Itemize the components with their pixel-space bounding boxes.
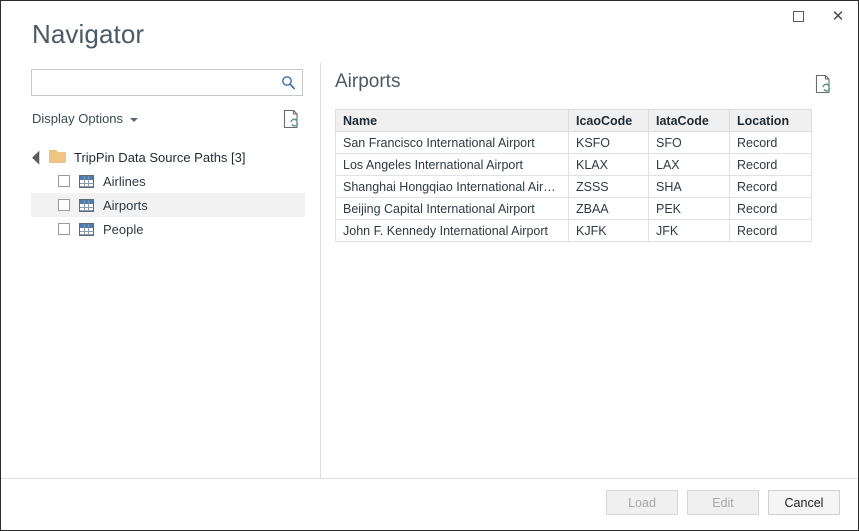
chevron-down-icon [130,117,139,122]
search-box[interactable] [31,69,303,96]
checkbox-airports[interactable] [58,199,70,211]
footer-buttons: Load Edit Cancel [606,490,840,515]
search-button[interactable] [277,72,299,93]
edit-button[interactable]: Edit [687,490,759,515]
table-row[interactable]: Shanghai Hongqiao International Airport … [335,175,812,198]
cell-iatacode: SFO [648,131,730,154]
panel-divider [320,63,321,480]
column-header-location[interactable]: Location [729,109,812,132]
page-title: Navigator [32,19,145,49]
checkbox-people[interactable] [58,223,70,235]
table-icon [79,174,94,188]
close-icon: ✕ [831,6,845,25]
table-header-row: Name IcaoCode IataCode Location [335,109,812,132]
column-header-icaocode[interactable]: IcaoCode [568,109,649,132]
tree-row-people[interactable]: People [31,217,305,241]
folder-icon [49,150,67,164]
window-controls: ✕ [778,1,858,31]
display-options-label: Display Options [32,111,124,126]
cell-iatacode: JFK [648,219,730,242]
display-options-dropdown[interactable]: Display Options [32,111,139,126]
tree-item-label-airports: Airports [103,197,148,213]
cell-name: Los Angeles International Airport [335,153,569,176]
tree-item-label-people: People [103,221,144,237]
cell-name: San Francisco International Airport [335,131,569,154]
cell-icaocode: ZSSS [568,175,649,198]
table-icon [79,198,94,212]
cell-location: Record [729,131,812,154]
column-header-name[interactable]: Name [335,109,569,132]
cell-location: Record [729,219,812,242]
table-row[interactable]: San Francisco International Airport KSFO… [335,131,812,154]
search-icon [281,76,295,90]
expander-root[interactable] [31,150,49,165]
cell-location: Record [729,153,812,176]
cell-iatacode: PEK [648,197,730,220]
maximize-button[interactable] [778,1,818,31]
checkbox-airlines[interactable] [58,175,70,187]
refresh-preview-icon [815,74,831,94]
load-button[interactable]: Load [606,490,678,515]
refresh-navigator-button[interactable] [283,109,303,131]
table-row[interactable]: Los Angeles International Airport KLAX L… [335,153,812,176]
search-input[interactable] [32,70,274,95]
tree-row-airlines[interactable]: Airlines [31,169,305,193]
preview-title: Airports [335,71,401,92]
triangle-expanded-icon [32,150,47,165]
cancel-button[interactable]: Cancel [768,490,840,515]
preview-table: Name IcaoCode IataCode Location San Fran… [335,109,812,242]
dialog-footer: Load Edit Cancel [1,478,858,530]
table-row[interactable]: John F. Kennedy International Airport KJ… [335,219,812,242]
cell-icaocode: KJFK [568,219,649,242]
tree-row-airports[interactable]: Airports [31,193,305,217]
cell-iatacode: SHA [648,175,730,198]
cell-location: Record [729,197,812,220]
left-panel: Display Options TripPin Data Source Path… [31,69,305,241]
cell-icaocode: KLAX [568,153,649,176]
preview-panel: Airports Name IcaoCode IataCode Location… [335,71,831,242]
display-options-row: Display Options [31,109,303,131]
refresh-preview-icon [283,109,299,129]
cell-icaocode: KSFO [568,131,649,154]
tree-row-root[interactable]: TripPin Data Source Paths [3] [31,145,305,169]
refresh-preview-button[interactable] [815,74,835,96]
navigator-dialog: ✕ Navigator Display Options TripPin Data… [0,0,859,531]
table-icon [79,222,94,236]
source-tree: TripPin Data Source Paths [3] Airlines A… [31,145,305,241]
close-button[interactable]: ✕ [818,1,858,31]
cell-icaocode: ZBAA [568,197,649,220]
cell-iatacode: LAX [648,153,730,176]
column-header-iatacode[interactable]: IataCode [648,109,730,132]
tree-root-label: TripPin Data Source Paths [3] [74,149,246,165]
cell-location: Record [729,175,812,198]
tree-item-label-airlines: Airlines [103,173,146,189]
table-row[interactable]: Beijing Capital International Airport ZB… [335,197,812,220]
cell-name: John F. Kennedy International Airport [335,219,569,242]
preview-header: Airports [335,71,831,101]
cell-name: Shanghai Hongqiao International Airport [335,175,569,198]
cell-name: Beijing Capital International Airport [335,197,569,220]
maximize-icon [792,10,804,22]
